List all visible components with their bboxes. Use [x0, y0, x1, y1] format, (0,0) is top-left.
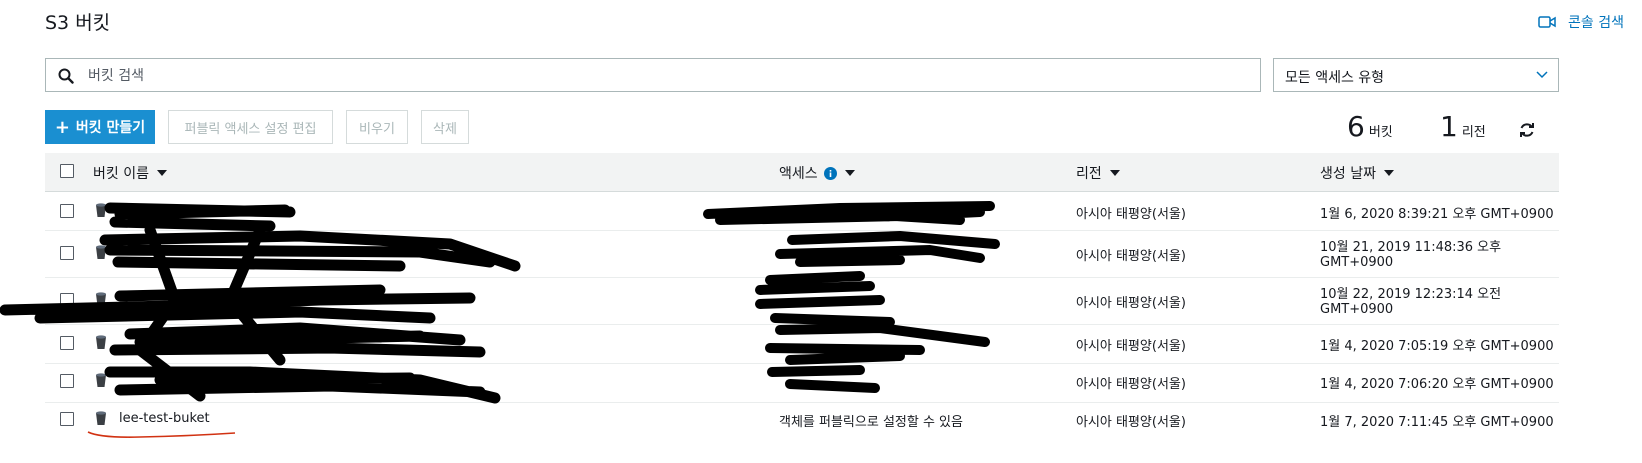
- row-checkbox[interactable]: [60, 293, 74, 307]
- create-bucket-button[interactable]: + 버킷 만들기: [45, 110, 155, 144]
- bucket-search-box[interactable]: [45, 58, 1261, 92]
- table-row[interactable]: 아시아 태평양(서울) 1월 4, 2020 7:05:19 오후 GMT+09…: [45, 325, 1559, 364]
- edit-public-access-button[interactable]: 퍼블릭 액세스 설정 편집: [168, 110, 333, 144]
- bucket-icon: [96, 292, 106, 306]
- column-header-name-label: 버킷 이름: [93, 166, 149, 182]
- region-cell: 아시아 태평양(서울): [1076, 296, 1186, 311]
- access-type-select[interactable]: 모든 액세스 유형: [1273, 58, 1559, 92]
- empty-bucket-button[interactable]: 비우기: [346, 110, 408, 144]
- console-search-link[interactable]: 콘솔 검색: [1538, 12, 1624, 32]
- region-count-value: 1: [1440, 110, 1458, 143]
- row-checkbox[interactable]: [60, 246, 74, 260]
- bucket-icon: [96, 203, 106, 217]
- column-header-access-label: 액세스: [779, 166, 818, 182]
- region-cell: 아시아 태평양(서울): [1076, 207, 1186, 222]
- column-header-created-label: 생성 날짜: [1320, 166, 1376, 182]
- created-date-cell-line2: GMT+0900: [1320, 255, 1394, 270]
- chevron-down-icon: [1536, 71, 1548, 79]
- bucket-name-link[interactable]: lee-test-buket: [119, 411, 210, 426]
- created-date-cell: 1월 6, 2020 8:39:21 오후 GMT+0900: [1320, 207, 1554, 222]
- bucket-search-input[interactable]: [86, 65, 1250, 87]
- region-cell: 아시아 태평양(서울): [1076, 377, 1186, 392]
- console-search-label[interactable]: 콘솔 검색: [1568, 12, 1624, 32]
- row-checkbox[interactable]: [60, 374, 74, 388]
- column-header-created[interactable]: 생성 날짜: [1320, 163, 1394, 183]
- page-title: S3 버킷: [45, 12, 111, 34]
- sort-caret-icon: [1383, 170, 1394, 176]
- row-checkbox[interactable]: [60, 204, 74, 218]
- created-date-cell: 10월 22, 2019 12:23:14 오전: [1320, 287, 1502, 302]
- table-row[interactable]: 아시아 태평양(서울) 1월 4, 2020 7:06:20 오후 GMT+09…: [45, 364, 1559, 403]
- bucket-count-label: 버킷: [1368, 125, 1393, 140]
- refresh-icon[interactable]: [1519, 122, 1535, 138]
- column-header-region[interactable]: 리전: [1076, 163, 1120, 183]
- region-cell: 아시아 태평양(서울): [1076, 415, 1186, 430]
- column-header-name[interactable]: 버킷 이름: [93, 163, 167, 183]
- created-date-cell-line2: GMT+0900: [1320, 302, 1394, 317]
- bucket-count-value: 6: [1347, 110, 1365, 143]
- bucket-count: 6 버킷: [1347, 110, 1393, 143]
- info-icon[interactable]: [823, 166, 837, 180]
- plus-icon: +: [54, 116, 70, 138]
- created-date-cell: 1월 4, 2020 7:05:19 오후 GMT+0900: [1320, 339, 1554, 354]
- table-header: 버킷 이름 액세스 리전 생성 날짜: [45, 153, 1559, 192]
- create-bucket-label: 버킷 만들기: [75, 120, 146, 136]
- created-date-cell: 1월 7, 2020 7:11:45 오후 GMT+0900: [1320, 415, 1554, 430]
- bucket-icon: [96, 373, 106, 387]
- bucket-icon: [96, 411, 106, 425]
- region-cell: 아시아 태평양(서울): [1076, 339, 1186, 354]
- select-all-checkbox[interactable]: [60, 164, 74, 178]
- created-date-cell: 1월 4, 2020 7:06:20 오후 GMT+0900: [1320, 377, 1554, 392]
- region-cell: 아시아 태평양(서울): [1076, 249, 1186, 264]
- bucket-icon: [96, 335, 106, 349]
- access-type-selected: 모든 액세스 유형: [1285, 70, 1385, 86]
- row-checkbox[interactable]: [60, 412, 74, 426]
- sort-caret-icon: [156, 170, 167, 176]
- region-count-label: 리전: [1461, 125, 1486, 140]
- region-count: 1 리전: [1440, 110, 1486, 143]
- access-cell: 객체를 퍼블릭으로 설정할 수 있음: [779, 415, 963, 430]
- table-row[interactable]: 아시아 태평양(서울) 10월 21, 2019 11:48:36 오후 GMT…: [45, 231, 1559, 278]
- bucket-icon: [96, 245, 106, 259]
- sort-caret-icon: [1109, 170, 1120, 176]
- sort-caret-icon: [844, 170, 855, 176]
- table-row[interactable]: 아시아 태평양(서울) 1월 6, 2020 8:39:21 오후 GMT+09…: [45, 192, 1559, 231]
- search-icon: [58, 68, 74, 84]
- row-checkbox[interactable]: [60, 336, 74, 350]
- created-date-cell: 10월 21, 2019 11:48:36 오후: [1320, 240, 1502, 255]
- delete-bucket-button[interactable]: 삭제: [421, 110, 469, 144]
- column-header-region-label: 리전: [1076, 166, 1102, 182]
- table-row[interactable]: 아시아 태평양(서울) 10월 22, 2019 12:23:14 오전 GMT…: [45, 278, 1559, 325]
- table-row[interactable]: lee-test-buket 객체를 퍼블릭으로 설정할 수 있음 아시아 태평…: [45, 403, 1559, 441]
- video-camera-icon: [1538, 16, 1556, 28]
- column-header-access[interactable]: 액세스: [779, 163, 855, 183]
